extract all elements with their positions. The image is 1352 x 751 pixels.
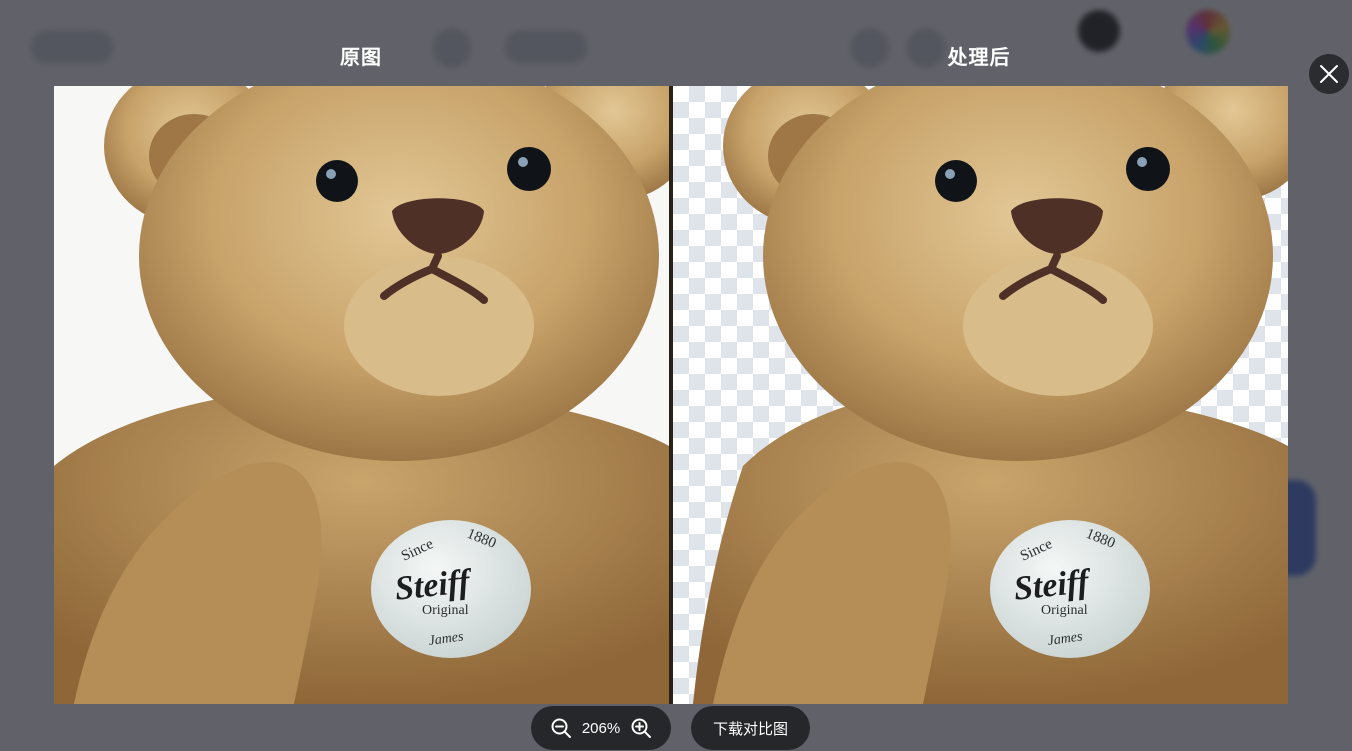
badge-original-text: Original xyxy=(422,603,469,618)
processed-title: 处理后 xyxy=(947,47,1011,69)
badge-original-text: Original xyxy=(1041,603,1088,618)
processed-image-panel: Since 1880 Steiff Original James xyxy=(673,86,1288,704)
zoom-level: 206% xyxy=(581,719,621,737)
original-bear-image: Since 1880 Steiff Original James xyxy=(54,86,669,704)
original-image-panel: Since 1880 Steiff Original James xyxy=(54,86,669,704)
download-comparison-label: 下载对比图 xyxy=(712,720,788,738)
download-comparison-button[interactable]: 下载对比图 xyxy=(691,706,810,750)
zoom-out-icon[interactable] xyxy=(550,717,572,739)
processed-bear-image: Since 1880 Steiff Original James xyxy=(693,86,1288,704)
original-title: 原图 xyxy=(340,47,382,69)
zoom-in-icon[interactable] xyxy=(630,717,652,739)
close-button[interactable] xyxy=(1309,54,1349,94)
close-icon xyxy=(1319,64,1339,84)
zoom-controls: 206% xyxy=(531,706,671,750)
